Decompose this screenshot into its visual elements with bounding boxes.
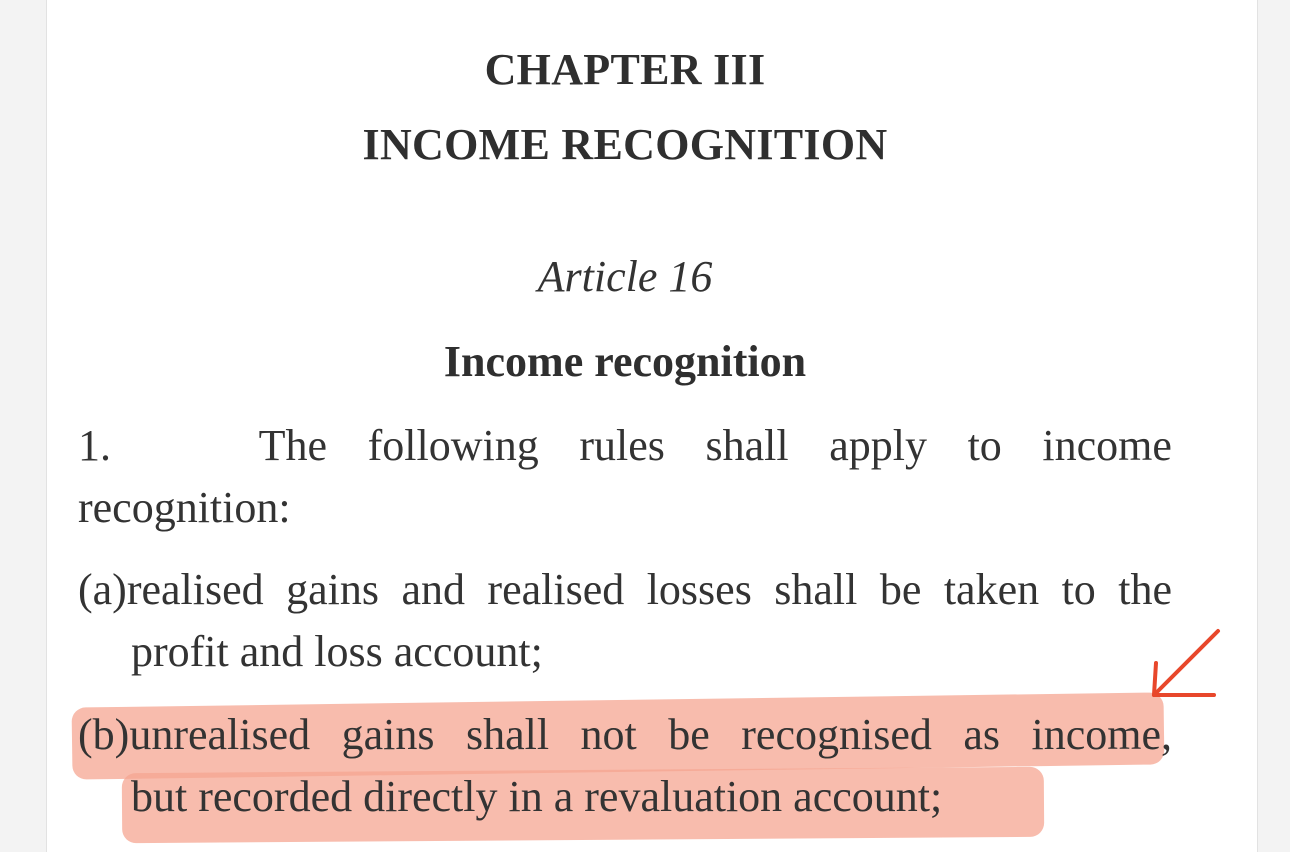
document-text: CHAPTER III INCOME RECOGNITION Article 1… (0, 0, 1290, 852)
article-heading: Income recognition (443, 337, 807, 386)
list-item-a-line1: (a) realised gains and realised losses sh… (78, 559, 1172, 621)
word: shall (705, 421, 789, 470)
list-item-b-line2: but recorded directly in a revaluation a… (131, 772, 943, 821)
list-item-b: (b) unrealised gains shall not be recogni… (78, 704, 1172, 828)
arrow-down-left-icon (1152, 629, 1220, 697)
chapter-title: INCOME RECOGNITION (362, 120, 888, 169)
word: rules (579, 421, 665, 470)
list-item-label: (b) (78, 710, 130, 759)
list-item-text: unrealised gains shall not be recognised… (129, 710, 1172, 759)
paragraph-number: 1. (78, 421, 111, 470)
list-item-label: (a) (78, 565, 127, 614)
word: to (967, 421, 1002, 470)
word: following (367, 421, 539, 470)
list-item-b-line1: (b) unrealised gains shall not be recogni… (78, 704, 1172, 766)
list-item-a-line2: profit and loss account; (131, 627, 543, 676)
word: apply (829, 421, 927, 470)
paragraph-1-line2: recognition: (78, 483, 291, 532)
word: The (258, 421, 328, 470)
article-number: Article 16 (537, 252, 713, 301)
chapter-number: CHAPTER III (484, 45, 766, 94)
list-item-a: (a) realised gains and realised losses sh… (78, 559, 1172, 683)
word: income (1042, 421, 1172, 470)
paragraph-1: 1. The following rules shall apply to in… (78, 415, 1172, 539)
list-item-text: realised gains and realised losses shall… (126, 565, 1172, 614)
paragraph-1-line1: 1. The following rules shall apply to in… (78, 415, 1172, 477)
